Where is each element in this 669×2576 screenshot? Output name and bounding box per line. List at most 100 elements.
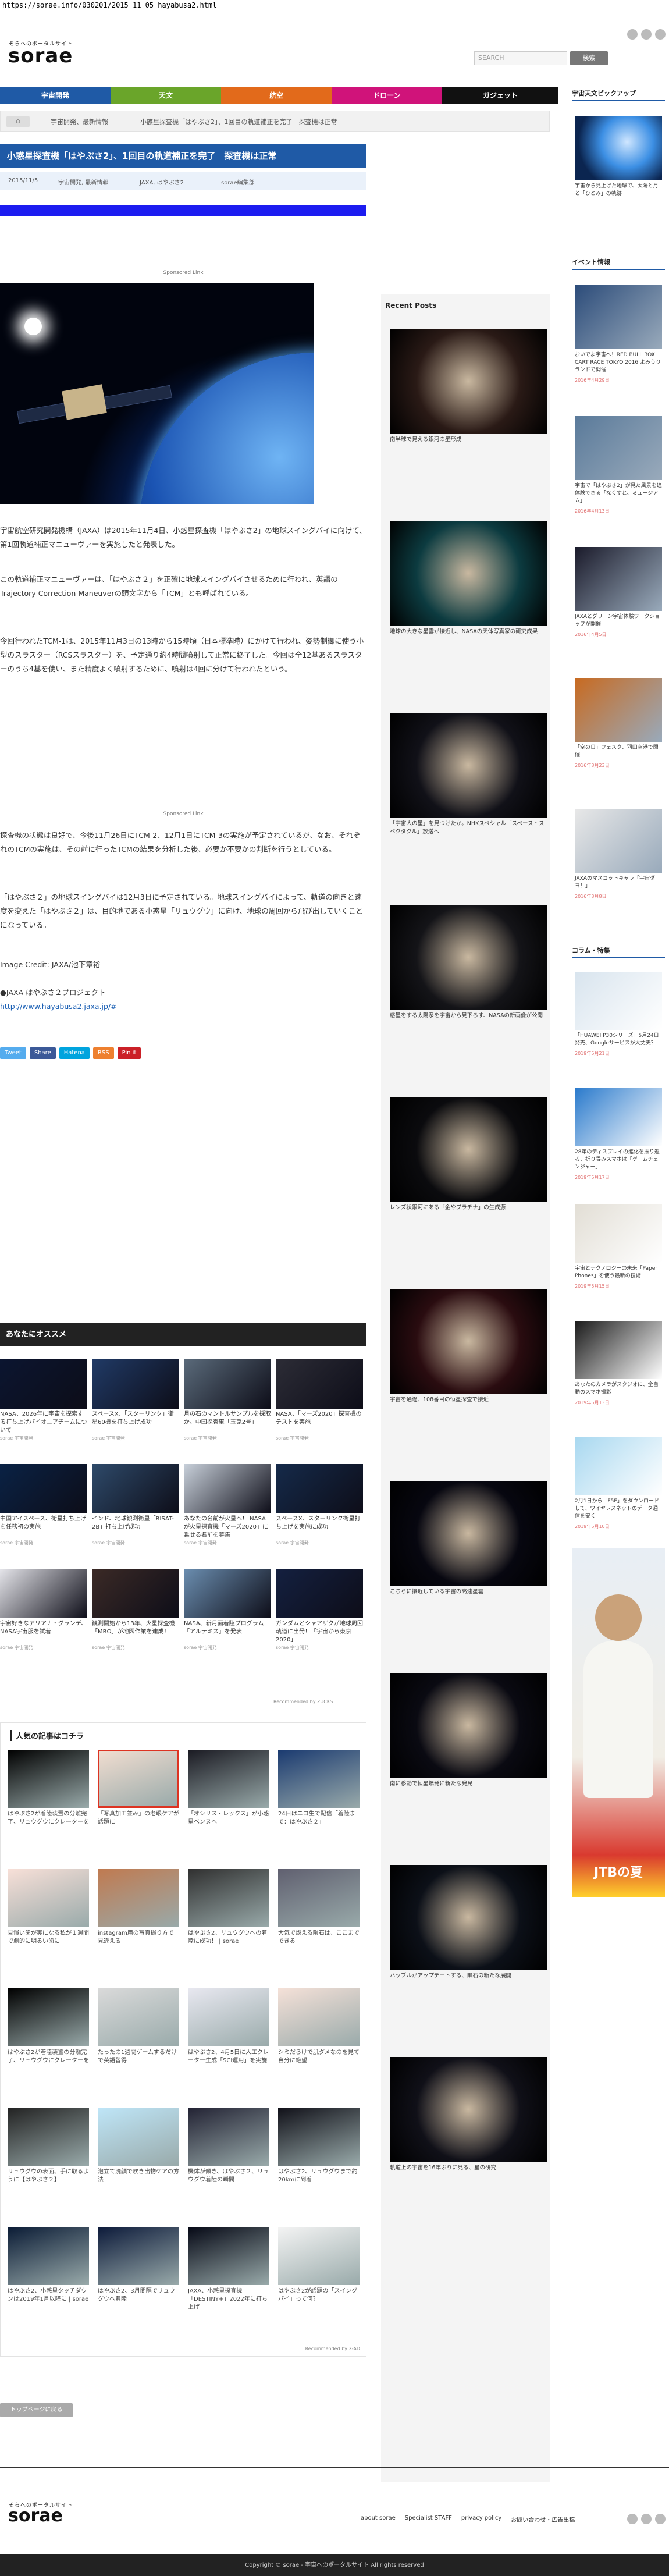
recent-item[interactable]: 南に移動で恒星爆発に新たな発見 — [390, 1673, 547, 1788]
facebook-icon[interactable] — [655, 2514, 666, 2524]
recommend-item[interactable]: スペースX、「スターリンク」衛星60機を打ち上げ成功 sorae 宇宙開発 — [92, 1359, 179, 1441]
popular-item[interactable]: はやぶさ2、3月間隔でリュウグウへ着陸 — [98, 2227, 179, 2312]
recommend-item[interactable]: 月の石のマントルサンプルを採取か。中国探査車「玉兎2号」 sorae 宇宙開発 — [184, 1359, 271, 1441]
twitter-icon[interactable] — [641, 2514, 652, 2524]
popular-item[interactable]: 24日はニコ生で配信「着陸まで：はやぶさ２」 — [278, 1750, 360, 1835]
article-category[interactable]: 宇宙開発, 最新情報 — [58, 177, 108, 186]
facebook-icon[interactable] — [655, 29, 666, 40]
recommend-item[interactable]: NASA、「マーズ2020」探査機のテストを実施 sorae 宇宙開発 — [276, 1359, 363, 1441]
column-item[interactable]: 「HUAWEI P30シリーズ」5月24日発売、Googleサービスが大丈夫？ 2… — [575, 972, 662, 1057]
share-button-2[interactable]: Hatena — [59, 1047, 90, 1059]
popular-item[interactable]: はやぶさ2が着陸装置の分離完了、リュウグウにクレーターを — [8, 1750, 89, 1835]
popular-title: instagram用の写真撮り方で見違える — [98, 1930, 174, 1945]
recommend-item[interactable]: NASA、新月面着陸プログラム「アルテミス」を発表 sorae 宇宙開発 — [184, 1569, 271, 1651]
event-date: 2016年3月23日 — [575, 763, 610, 768]
popular-item[interactable]: はやぶさ2、リュウグウまで約20kmに到着 — [278, 2108, 360, 2193]
popular-item[interactable]: シミだらけで肌ダメなのを見て自分に絶望 — [278, 1988, 360, 2073]
popular-item[interactable]: 泡立て洗顔で吹き出物ケアの方法 — [98, 2108, 179, 2193]
column-item[interactable]: 2月1日から「F5E」をダウンロードして、ワイヤレスネットのデータ通信を安く 20… — [575, 1437, 662, 1530]
recommend-item[interactable]: NASA、2026年に宇宙を探索する打ち上げパイオニアチームについて sorae … — [0, 1359, 87, 1441]
event-item[interactable]: JAXAのマスコットキャラ「宇宙ダヨ！」 2016年3月8日 — [575, 809, 662, 900]
recent-item[interactable]: 惑星をする太陽系を宇宙から見下ろす、NASAの新画像が公開 — [390, 905, 547, 1020]
popular-item[interactable]: はやぶさ2が話題の「スイングバイ」って何？ — [278, 2227, 360, 2312]
site-logo[interactable]: sorae — [8, 44, 73, 67]
popular-item[interactable]: 「写真加工並み」の老眼ケアが話題に — [98, 1750, 179, 1835]
article-tags[interactable]: JAXA, はやぶさ2 — [140, 177, 184, 186]
recent-item[interactable]: レンズ状銀河にある「金やプラチナ」の生成源 — [390, 1097, 547, 1212]
nav-item-4[interactable]: ガジェット — [442, 87, 558, 104]
recent-title: 「宇宙人の星」を見つけたか。NHKスペシャル「スペース・スペクタクル」放送へ — [390, 820, 545, 835]
recommend-item[interactable]: ガンダムとシャアザクが地球周回軌道に出発！「宇宙から東京2020」 sorae 宇… — [276, 1569, 363, 1651]
recommend-thumb — [0, 1359, 87, 1409]
rss-icon[interactable] — [627, 29, 638, 40]
share-button-0[interactable]: Tweet — [0, 1047, 26, 1059]
popular-item[interactable]: 見慣い歯が実になる私が１週間で劇的に明るい歯に — [8, 1869, 89, 1954]
footer-link[interactable]: about sorae — [361, 2515, 396, 2524]
home-icon[interactable]: ⌂ — [6, 116, 30, 127]
event-item[interactable]: 「空の日」フェスタ、羽田空港で開催 2016年3月23日 — [575, 678, 662, 769]
popular-title: 見慣い歯が実になる私が１週間で劇的に明るい歯に — [8, 1930, 89, 1945]
popular-item[interactable]: 大気で燃える隕石は、ここまでできる — [278, 1869, 360, 1954]
footer-link[interactable]: Specialist STAFF — [405, 2515, 452, 2524]
recommend-item[interactable]: 宇宙好きなアリアナ・グランデ、NASA宇宙服を試着 sorae 宇宙開発 — [0, 1569, 87, 1651]
nav-item-1[interactable]: 天文 — [111, 87, 221, 104]
popular-item[interactable]: JAXA、小惑星探査機「DESTINY+」2022年に打ち上げ — [188, 2227, 269, 2312]
share-button-3[interactable]: RSS — [92, 1047, 114, 1059]
nav-item-0[interactable]: 宇宙開発 — [0, 87, 111, 104]
popular-item[interactable]: はやぶさ2が着陸装置の分離完了、リュウグウにクレーターを — [8, 1988, 89, 2073]
article-editor[interactable]: sorae編集部 — [221, 177, 255, 186]
recommend-item[interactable]: 観測開始から13年、火星探査機「MRO」が地図作業を達成！ sorae 宇宙開発 — [92, 1569, 179, 1651]
column-title: 宇宙とテクノロジーの未来「Paper Phones」を使う最新の技術 — [575, 1266, 657, 1279]
footer-logo[interactable]: sorae — [8, 2506, 63, 2526]
project-link[interactable]: http://www.hayabusa2.jaxa.jp/# — [0, 1002, 117, 1011]
recent-item[interactable]: 「宇宙人の星」を見つけたか。NHKスペシャル「スペース・スペクタクル」放送へ — [390, 713, 547, 836]
ad-banner[interactable] — [0, 205, 366, 216]
share-button-1[interactable]: Share — [29, 1047, 56, 1059]
column-item[interactable]: あなたのカメラがスタジオに、全自動のスマホ撮影 2019年5月13日 — [575, 1321, 662, 1406]
search-input[interactable]: SEARCH — [474, 51, 567, 65]
column-item[interactable]: 宇宙とテクノロジーの未来「Paper Phones」を使う最新の技術 2019年5… — [575, 1204, 662, 1290]
twitter-icon[interactable] — [641, 29, 652, 40]
event-item[interactable]: JAXAとグリーン宇宙体験ワークショップが開催 2016年4月5日 — [575, 547, 662, 638]
popular-thumb — [8, 2227, 89, 2285]
recommend-item[interactable]: スペースX、スターリンク衛星打ち上げを実施に成功 sorae 宇宙開発 — [276, 1464, 363, 1546]
popular-title: はやぶさ2、リュウグウへの着陸に成功！ | sorae — [188, 1930, 268, 1945]
footer-link[interactable]: お問い合わせ・広告出稿 — [511, 2515, 575, 2524]
popular-thumb — [8, 1750, 89, 1808]
sponsored-label-2: Sponsored Link — [163, 811, 204, 817]
browser-url-bar[interactable]: https://sorae.info/030201/2015_11_05_hay… — [0, 0, 669, 10]
breadcrumb-category[interactable]: 宇宙開発、最新情報 — [51, 117, 108, 126]
recent-item[interactable]: 軌道上の宇宙を16年ぶりに見る、星の研究 — [390, 2057, 547, 2172]
nav-item-2[interactable]: 航空 — [221, 87, 332, 104]
recommend-source: sorae 宇宙開発 — [184, 1540, 217, 1545]
popular-item[interactable]: 機体が傾き、はやぶさ２、リュウグウ着陸の瞬間 — [188, 2108, 269, 2193]
pickup-item[interactable]: 宇宙から見上げた地球で、太陽と月と「ひとみ」の軌跡 — [575, 116, 662, 198]
nav-item-3[interactable]: ドローン — [332, 87, 442, 104]
recent-item[interactable]: こちらに接近している宇宙の高速星雲 — [390, 1481, 547, 1596]
popular-item[interactable]: はやぶさ2、リュウグウへの着陸に成功！ | sorae — [188, 1869, 269, 1954]
event-item[interactable]: おいでよ宇宙へ！RED BULL BOX CART RACE TOKYO 201… — [575, 285, 662, 384]
popular-item[interactable]: instagram用の写真撮り方で見違える — [98, 1869, 179, 1954]
recommend-item[interactable]: あなたの名前が火星へ！ NASAが火星探査機「マーズ2020」に乗せる名前を募集… — [184, 1464, 271, 1546]
recent-item[interactable]: 南半球で見える銀河の星形成 — [390, 329, 547, 444]
popular-item[interactable]: 「オシリス・レックス」が小惑星ベンヌへ — [188, 1750, 269, 1835]
rss-icon[interactable] — [627, 2514, 638, 2524]
popular-item[interactable]: はやぶさ2、小惑星タッチダウンは2019年1月以降に | sorae — [8, 2227, 89, 2312]
search-button[interactable]: 検索 — [570, 51, 608, 65]
popular-item[interactable]: リュウグウの表面、手に取るように【はやぶさ２】 — [8, 2108, 89, 2193]
recommend-thumb — [92, 1359, 179, 1409]
column-item[interactable]: 28年のディスプレイの進化を振り返る、折り畳みスマホは「ゲームチェンジャー」 20… — [575, 1088, 662, 1181]
recent-item[interactable]: 宇宙を通過、108番目の恒星探査で接近 — [390, 1289, 547, 1404]
back-to-top-button[interactable]: トップページに戻る — [0, 2403, 73, 2417]
recent-item[interactable]: ハッブルがアップデートする、隕石の新たな展開 — [390, 1865, 547, 1980]
footer-link[interactable]: privacy policy — [461, 2515, 501, 2524]
popular-item[interactable]: たったの1週間ゲームするだけで英語習得 — [98, 1988, 179, 2073]
popular-item[interactable]: はやぶさ2、4月5日に人工クレーター生成「SCI運用」を実施 — [188, 1988, 269, 2073]
event-item[interactable]: 宇宙で「はやぶさ2」が見た風景を追体験できる「なくすと、ミュージアム」 2016年… — [575, 416, 662, 515]
share-button-4[interactable]: Pin it — [117, 1047, 141, 1059]
recommend-item[interactable]: インド、地球観測衛星「RISAT-2B」打ち上げ成功 sorae 宇宙開発 — [92, 1464, 179, 1546]
recent-item[interactable]: 地球の大きな星雲が接近し、NASAの天体写真家の研究成果 — [390, 521, 547, 636]
event-date: 2016年4月5日 — [575, 632, 607, 637]
jtb-ad[interactable]: JTBの夏 — [572, 1548, 665, 1897]
recommend-item[interactable]: 中国アイスペース、衛星打ち上げを任務初の実施 sorae 宇宙開発 — [0, 1464, 87, 1546]
